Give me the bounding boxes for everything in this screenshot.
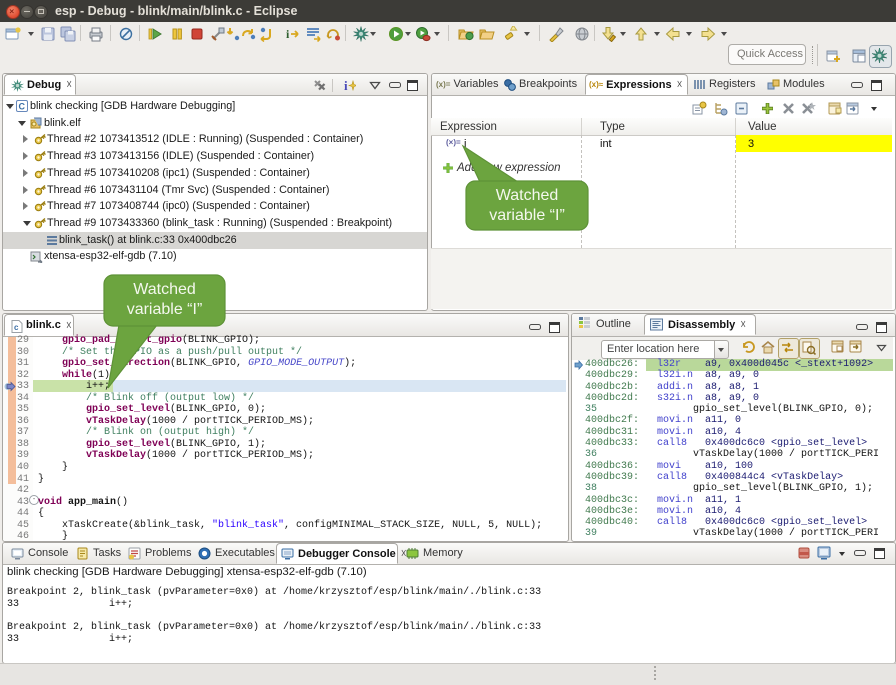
svg-text:c: c	[14, 323, 19, 332]
svg-text:i: i	[344, 78, 348, 92]
svg-text:i: i	[286, 27, 290, 41]
svg-text:C: C	[19, 102, 26, 112]
